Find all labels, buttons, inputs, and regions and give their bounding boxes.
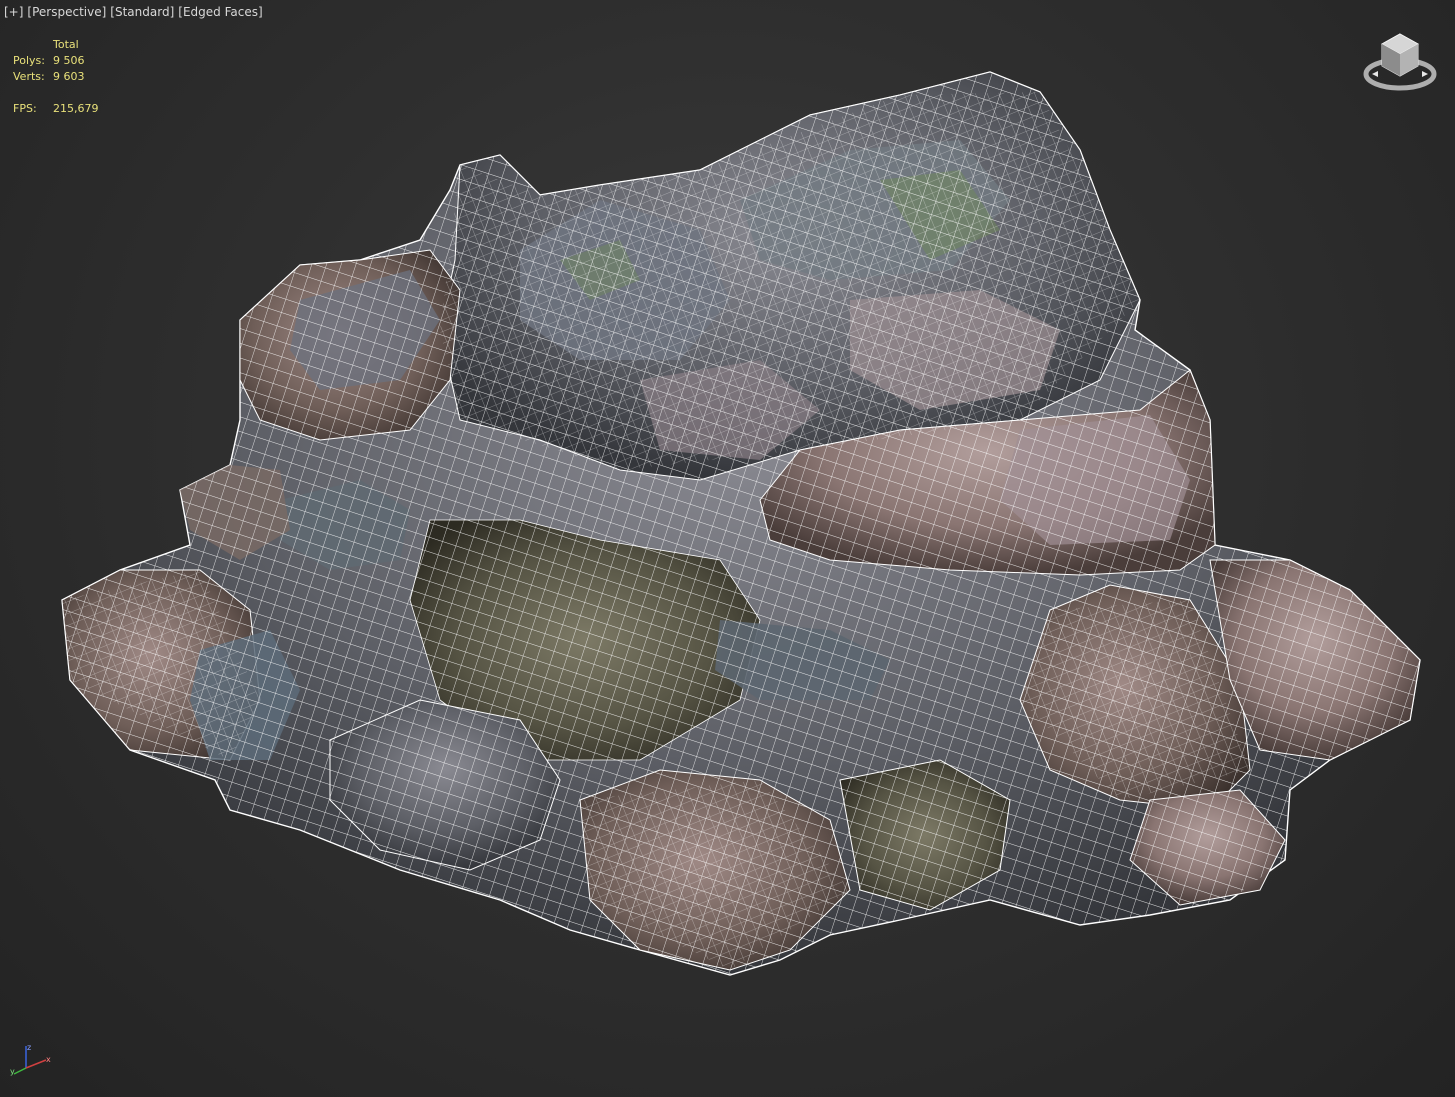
- viewport-statistics: Total Polys: 9 506 Verts: 9 603 FPS: 215…: [13, 37, 99, 117]
- stats-header-row: Total: [13, 37, 99, 53]
- stats-verts-row: Verts: 9 603: [13, 69, 99, 85]
- svg-text:y: y: [10, 1067, 15, 1076]
- stats-fps-row: FPS: 215,679: [13, 101, 99, 117]
- viewport-menu-plus[interactable]: [+]: [4, 5, 23, 19]
- verts-value: 9 603: [53, 70, 85, 83]
- viewport-menu-edged-faces[interactable]: [Edged Faces]: [178, 5, 262, 19]
- svg-text:z: z: [27, 1043, 31, 1052]
- svg-text:x: x: [46, 1055, 51, 1064]
- verts-label: Verts:: [13, 70, 45, 83]
- viewcube-icon[interactable]: [1362, 30, 1438, 96]
- stats-header: Total: [53, 38, 79, 51]
- viewport-label-bar: [+] [Perspective] [Standard] [Edged Faces]: [4, 5, 267, 19]
- polys-label: Polys:: [13, 54, 45, 67]
- rock-mesh[interactable]: [0, 0, 1455, 1097]
- fps-value: 215,679: [53, 102, 99, 115]
- polys-value: 9 506: [53, 54, 85, 67]
- viewport-menu-standard[interactable]: [Standard]: [110, 5, 174, 19]
- axis-tripod-icon: z x y: [6, 1040, 56, 1080]
- viewport-menu-perspective[interactable]: [Perspective]: [27, 5, 106, 19]
- stats-polys-row: Polys: 9 506: [13, 53, 99, 69]
- fps-label: FPS:: [13, 102, 37, 115]
- perspective-viewport[interactable]: [+] [Perspective] [Standard] [Edged Faces] …: [0, 0, 1455, 1097]
